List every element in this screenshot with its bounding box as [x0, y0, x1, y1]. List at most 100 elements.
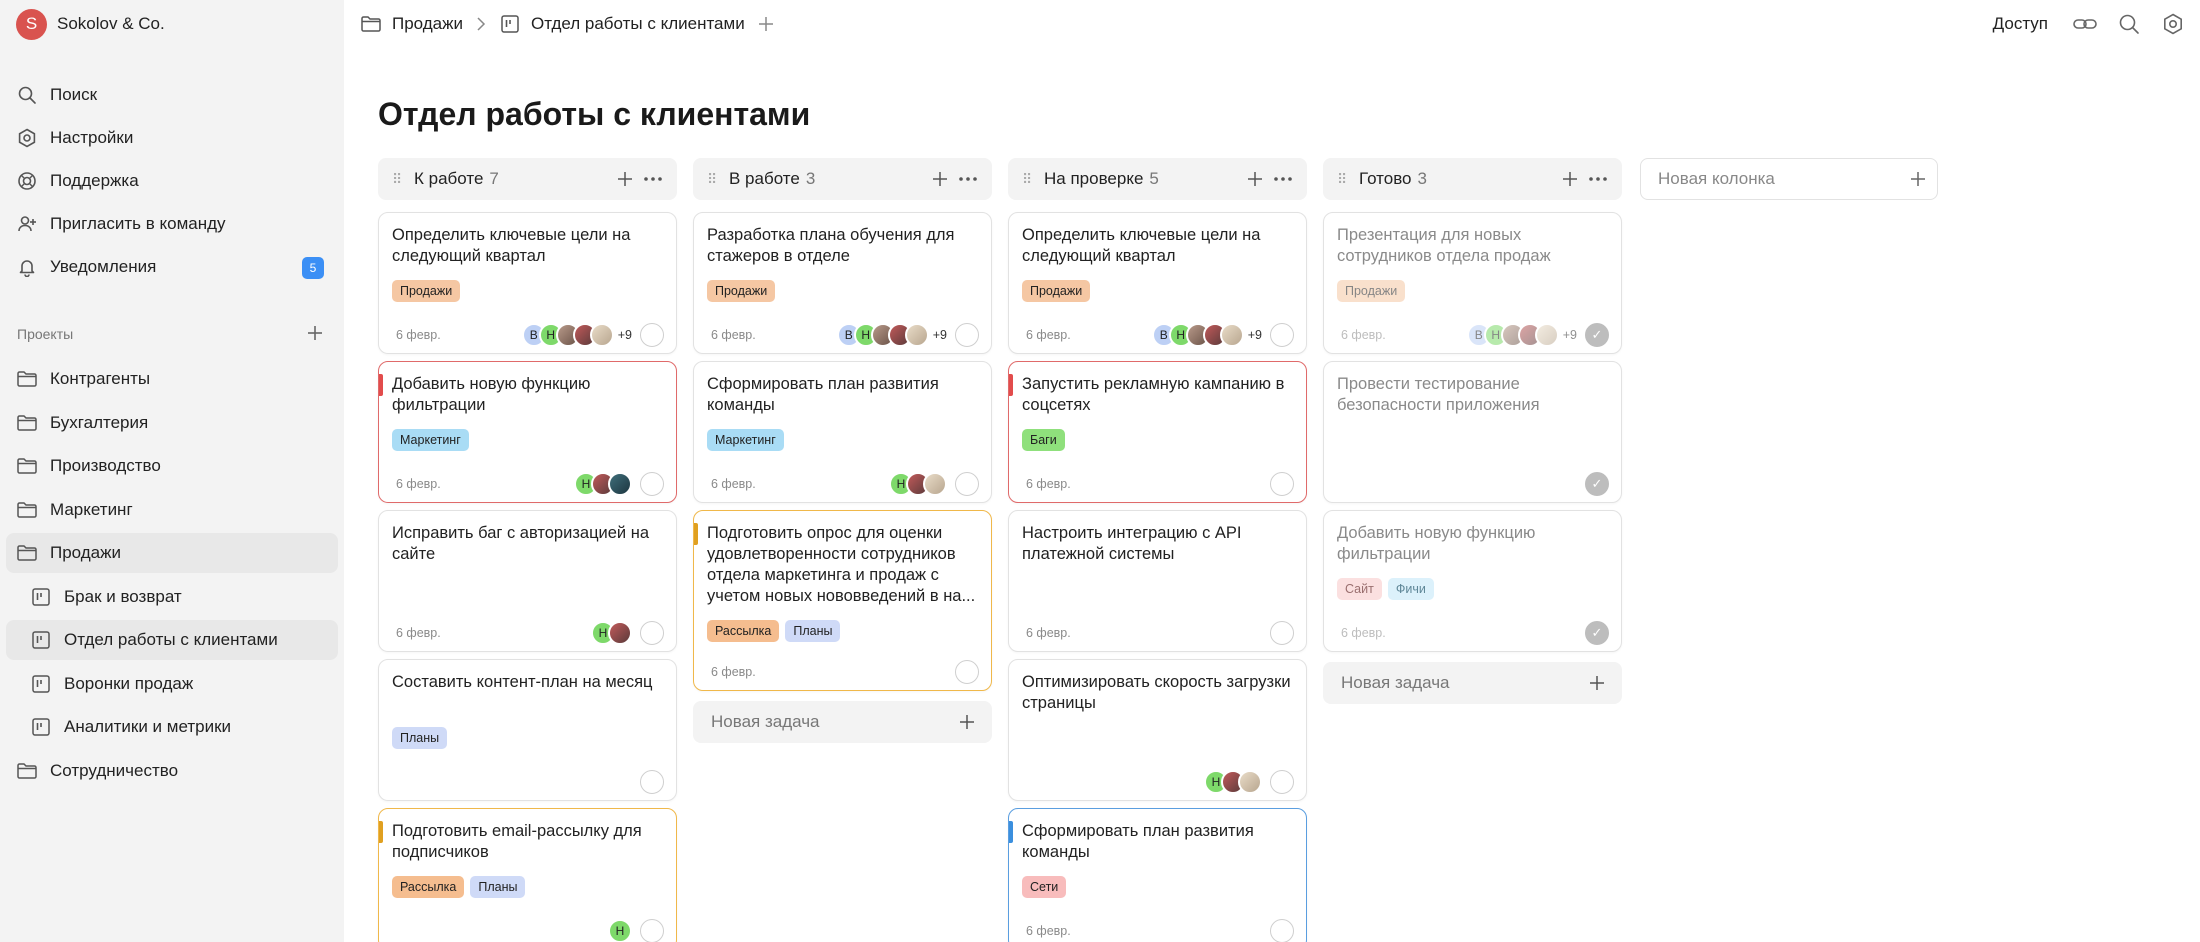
sidebar-project-item[interactable]: Воронки продаж [6, 664, 338, 704]
add-card-button[interactable] [1241, 165, 1269, 193]
add-card-button[interactable] [926, 165, 954, 193]
complete-checkbox[interactable] [640, 472, 664, 496]
column-menu-button[interactable] [639, 165, 667, 193]
sidebar-project-item[interactable]: Контрагенты [6, 359, 338, 399]
task-title: Добавить новую функцию фильтрации [1337, 524, 1536, 563]
complete-checkbox[interactable] [640, 621, 664, 645]
board-column: ⠿ На проверке 5 Определить ключевые цели на… [1008, 158, 1307, 942]
column-header[interactable]: ⠿ К работе 7 [378, 158, 677, 200]
complete-checkbox[interactable] [1270, 919, 1294, 942]
sidebar-project-item[interactable]: Бухгалтерия [6, 403, 338, 443]
add-tab-button[interactable] [755, 13, 777, 35]
complete-checkbox[interactable] [955, 323, 979, 347]
task-card[interactable]: Составить контент-план на месяц Планы [378, 659, 677, 801]
complete-checkbox[interactable] [955, 472, 979, 496]
new-task-button[interactable]: Новая задача [693, 701, 992, 743]
task-card[interactable]: Подготовить опрос для оценки удовлетворе… [693, 510, 992, 691]
link-icon[interactable] [2070, 9, 2100, 39]
column-header[interactable]: ⠿ Готово 3 [1323, 158, 1622, 200]
complete-checkbox[interactable] [1270, 770, 1294, 794]
task-tags: Сети [1022, 876, 1067, 898]
task-due-date: 6 февр. [711, 477, 756, 491]
complete-checkbox[interactable] [955, 660, 979, 684]
assignee-avatars: В Н +9 [836, 323, 947, 347]
add-card-button[interactable] [611, 165, 639, 193]
column-count: 3 [1417, 169, 1427, 188]
task-tags: Планы [392, 727, 448, 749]
task-title: Презентация для новых сотрудников отдела… [1337, 226, 1551, 265]
plus-icon [1586, 672, 1608, 694]
complete-checkbox[interactable]: ✓ [1585, 472, 1609, 496]
complete-checkbox[interactable] [640, 919, 664, 942]
drag-handle-icon[interactable]: ⠿ [1337, 171, 1349, 188]
complete-checkbox[interactable] [640, 323, 664, 347]
task-card[interactable]: Добавить новую функцию фильтрации Сайт Фич… [1323, 510, 1622, 652]
sidebar-project-item[interactable]: Отдел работы с клиентами [6, 620, 338, 660]
workspace-switcher[interactable]: S Sokolov & Co. [16, 8, 165, 40]
task-card[interactable]: Сформировать план развития команды Сети 6 … [1008, 808, 1307, 942]
drag-handle-icon[interactable]: ⠿ [707, 171, 719, 188]
workspace-name: Sokolov & Co. [57, 14, 165, 33]
access-button[interactable]: Доступ [1993, 14, 2048, 34]
column-title: На проверке [1044, 169, 1144, 188]
task-card[interactable]: Настроить интеграцию с API платежной сис… [1008, 510, 1307, 652]
breadcrumb-board[interactable]: Отдел работы с клиентами [531, 14, 745, 34]
add-project-button[interactable] [304, 322, 326, 344]
new-task-button[interactable]: Новая задача [1323, 662, 1622, 704]
task-card[interactable]: Презентация для новых сотрудников отдела… [1323, 212, 1622, 354]
column-menu-button[interactable] [1269, 165, 1297, 193]
nav-notifications[interactable]: Уведомления 5 [6, 247, 338, 287]
complete-checkbox[interactable]: ✓ [1585, 323, 1609, 347]
column-menu-button[interactable] [1584, 165, 1612, 193]
task-tag: Продажи [1022, 280, 1091, 302]
task-due-date: 6 февр. [1341, 626, 1386, 640]
task-card[interactable]: Разработка плана обучения для стажеров в… [693, 212, 992, 354]
task-tag: Рассылка [392, 876, 465, 898]
column-header[interactable]: ⠿ На проверке 5 [1008, 158, 1307, 200]
sidebar-project-item[interactable]: Маркетинг [6, 490, 338, 530]
drag-handle-icon[interactable]: ⠿ [392, 171, 404, 188]
gear-icon[interactable] [2158, 9, 2188, 39]
task-tags: Сайт Фичи [1337, 578, 1434, 600]
search-icon[interactable] [2114, 9, 2144, 39]
support-icon [16, 170, 38, 192]
breadcrumb-folder[interactable]: Продажи [392, 14, 463, 34]
assignee-avatar [1534, 323, 1559, 347]
complete-checkbox[interactable] [1270, 472, 1294, 496]
new-column-placeholder: Новая колонка [1658, 169, 1775, 188]
sidebar-project-item[interactable]: Сотрудничество [6, 751, 338, 791]
task-tags: Баги [1022, 429, 1065, 451]
board-icon [499, 13, 521, 35]
task-card[interactable]: Провести тестирование безопасности прило… [1323, 361, 1622, 503]
nav-search[interactable]: Поиск [6, 75, 338, 115]
nav-invite[interactable]: Пригласить в команду [6, 204, 338, 244]
task-title: Провести тестирование безопасности прило… [1337, 375, 1540, 414]
task-tag: Маркетинг [707, 429, 784, 451]
sidebar-project-item[interactable]: Производство [6, 446, 338, 486]
column-header[interactable]: ⠿ В работе 3 [693, 158, 992, 200]
add-card-button[interactable] [1556, 165, 1584, 193]
column-count: 3 [805, 169, 816, 188]
task-card[interactable]: Определить ключевые цели на следующий кв… [1008, 212, 1307, 354]
task-card[interactable]: Запустить рекламную кампанию в соцсетях Б… [1008, 361, 1307, 503]
task-card[interactable]: Оптимизировать скорость загрузки страниц… [1008, 659, 1307, 801]
nav-support[interactable]: Поддержка [6, 161, 338, 201]
new-column-input[interactable]: Новая колонка [1640, 158, 1938, 200]
plus-icon[interactable] [1909, 170, 1927, 188]
task-card[interactable]: Исправить баг с авторизацией на сайте 6 ф… [378, 510, 677, 652]
column-menu-button[interactable] [954, 165, 982, 193]
complete-checkbox[interactable] [1270, 323, 1294, 347]
complete-checkbox[interactable] [640, 770, 664, 794]
task-card[interactable]: Определить ключевые цели на следующий кв… [378, 212, 677, 354]
complete-checkbox[interactable] [1270, 621, 1294, 645]
task-card[interactable]: Добавить новую функцию фильтрации Маркети… [378, 361, 677, 503]
task-card[interactable]: Сформировать план развития команды Маркет… [693, 361, 992, 503]
sidebar-project-item[interactable]: Брак и возврат [6, 577, 338, 617]
complete-checkbox[interactable]: ✓ [1585, 621, 1609, 645]
sidebar-project-item[interactable]: Продажи [6, 533, 338, 573]
sidebar-project-item[interactable]: Аналитики и метрики [6, 707, 338, 747]
task-card[interactable]: Подготовить email-рассылку для подписчик… [378, 808, 677, 942]
bell-icon [16, 256, 38, 278]
drag-handle-icon[interactable]: ⠿ [1022, 171, 1034, 188]
nav-settings[interactable]: Настройки [6, 118, 338, 158]
